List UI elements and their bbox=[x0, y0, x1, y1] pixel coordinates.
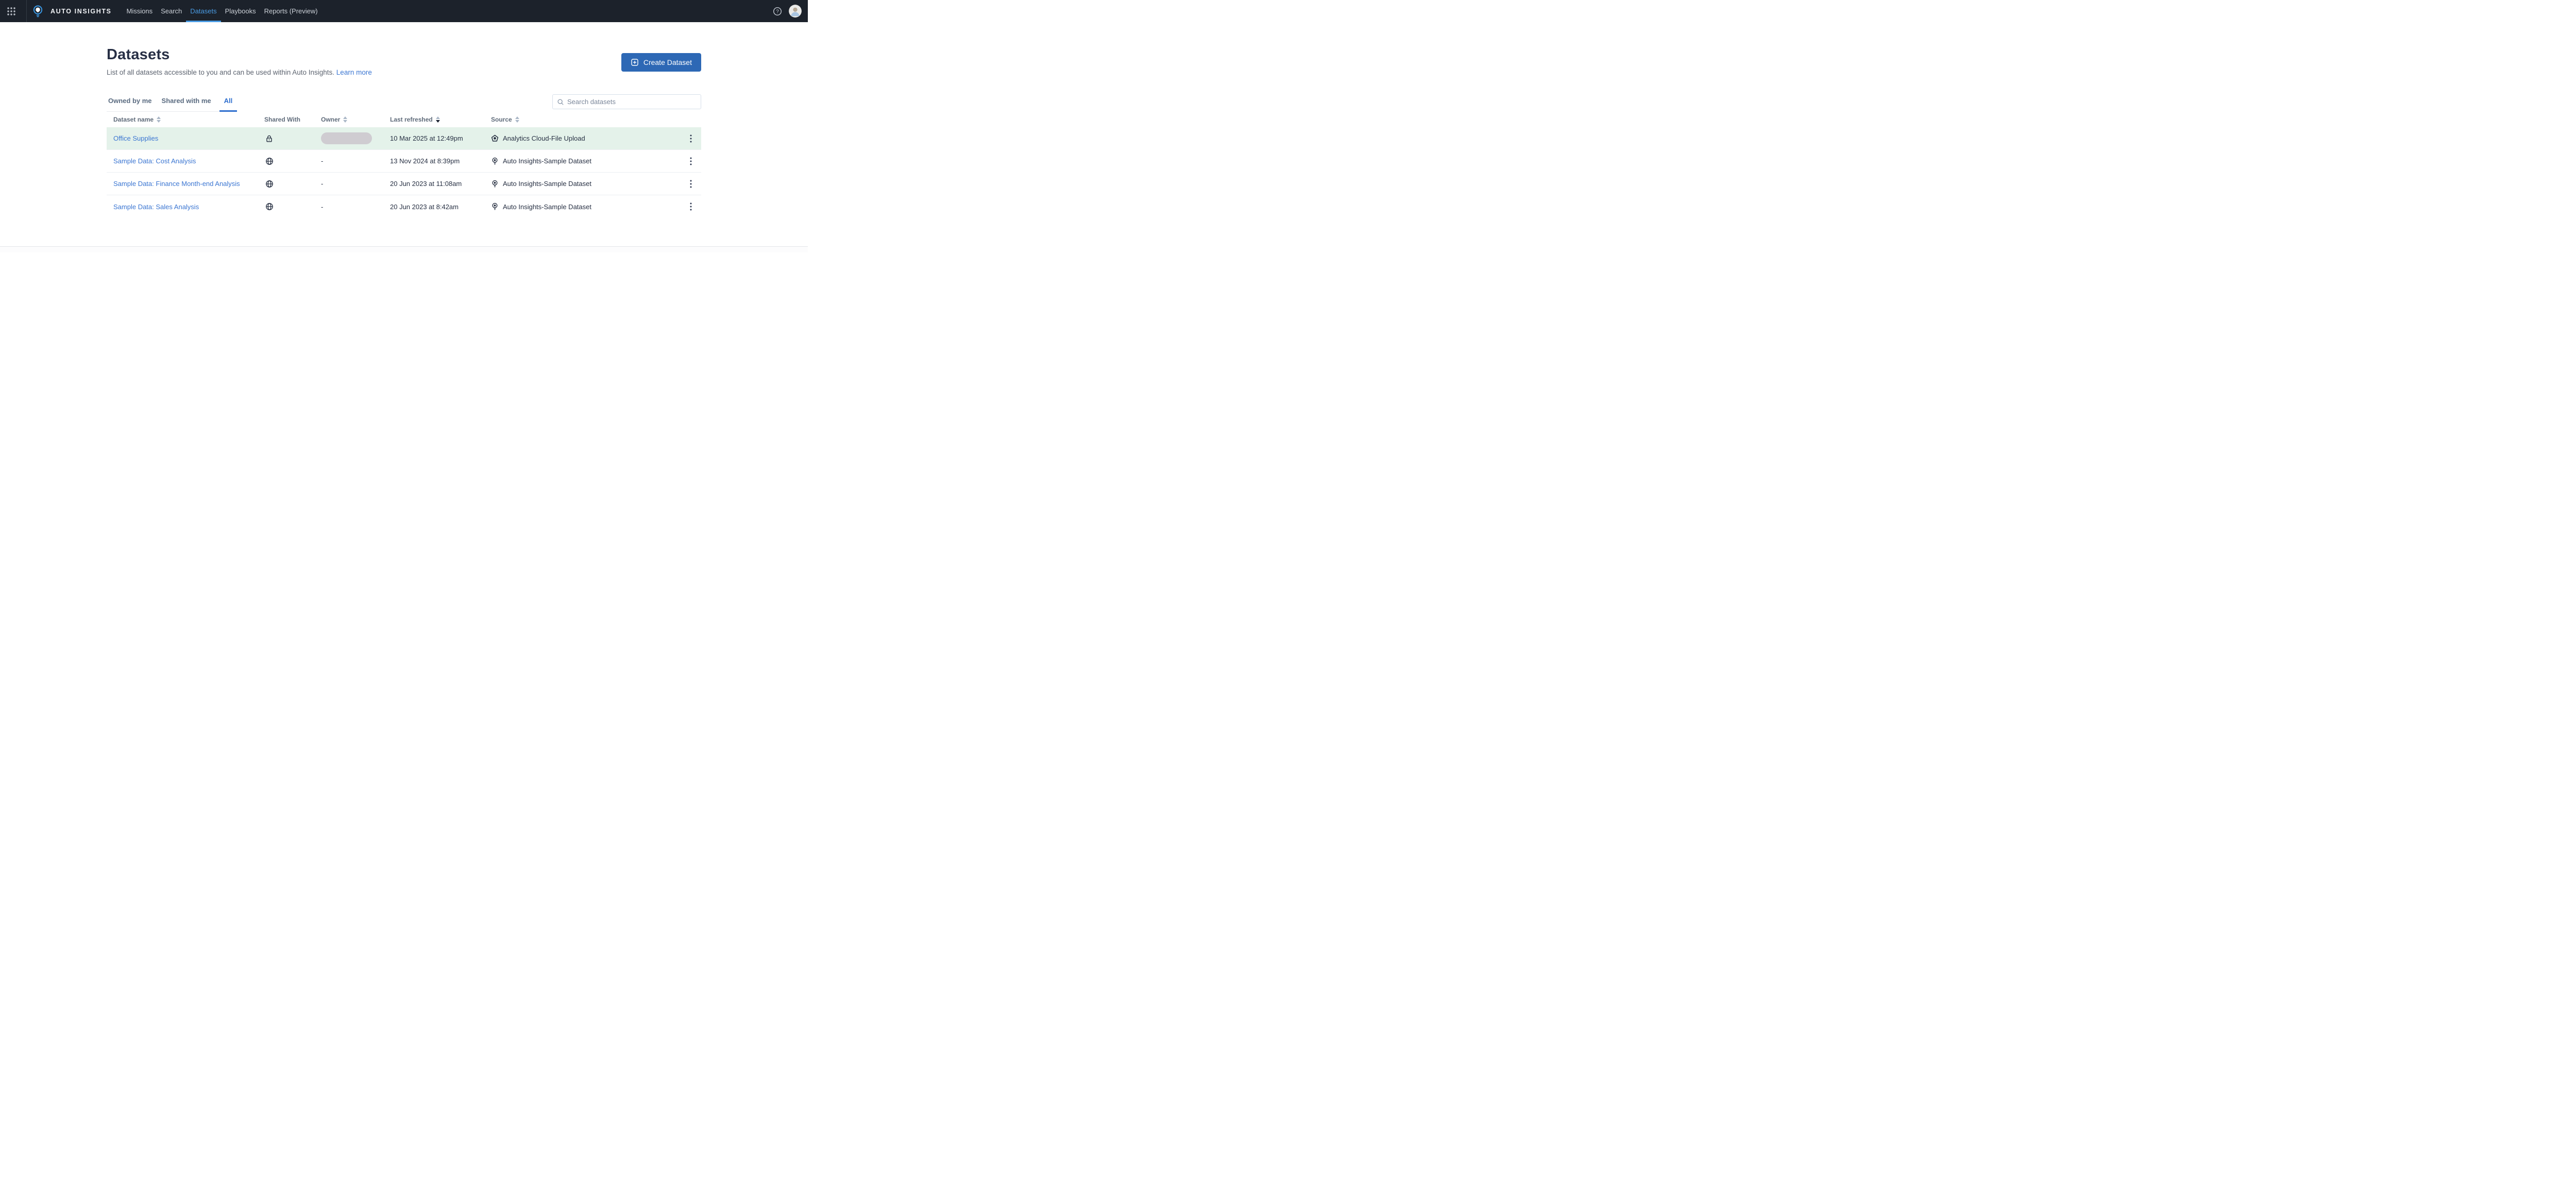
last-refreshed-cell: 13 Nov 2024 at 8:39pm bbox=[390, 157, 491, 165]
page-title: Datasets bbox=[107, 46, 372, 63]
sort-icon-active-desc[interactable] bbox=[436, 116, 440, 123]
dataset-name-cell: Sample Data: Finance Month-end Analysis bbox=[107, 180, 264, 188]
brand-name: AUTO INSIGHTS bbox=[50, 8, 112, 15]
source-cell: Auto Insights-Sample Dataset bbox=[491, 180, 680, 188]
column-header-dataset-name[interactable]: Dataset name bbox=[107, 116, 264, 123]
tab-owned-by-me[interactable]: Owned by me bbox=[107, 94, 154, 111]
owner-cell: - bbox=[321, 180, 390, 188]
kebab-menu-icon[interactable] bbox=[687, 156, 694, 167]
globe-icon bbox=[264, 202, 274, 211]
source-label: Auto Insights-Sample Dataset bbox=[503, 203, 591, 211]
search-input[interactable] bbox=[567, 98, 697, 106]
shared-with-cell bbox=[264, 157, 321, 165]
dataset-link[interactable]: Sample Data: Cost Analysis bbox=[113, 157, 196, 165]
horizontal-scrollbar-track[interactable] bbox=[0, 246, 808, 252]
shared-with-cell bbox=[264, 180, 321, 188]
shared-with-cell bbox=[264, 134, 321, 143]
datasets-table: Dataset name Shared With Owner Last refr… bbox=[107, 112, 701, 218]
shared-with-cell bbox=[264, 202, 321, 211]
column-header-last-refreshed[interactable]: Last refreshed bbox=[390, 116, 491, 123]
row-actions-cell bbox=[680, 156, 701, 167]
table-row[interactable]: Office Supplies 10 Mar 2025 at 12:49pm bbox=[107, 127, 701, 150]
auto-insights-lightbulb-icon bbox=[491, 180, 499, 188]
nav-item-search[interactable]: Search bbox=[157, 0, 186, 22]
source-cell: Auto Insights-Sample Dataset bbox=[491, 157, 680, 165]
auto-insights-lightbulb-icon bbox=[491, 202, 499, 211]
dataset-name-cell: Sample Data: Cost Analysis bbox=[107, 157, 264, 165]
nav-item-playbooks[interactable]: Playbooks bbox=[221, 0, 260, 22]
title-block: Datasets List of all datasets accessible… bbox=[107, 46, 372, 76]
last-refreshed-cell: 20 Jun 2023 at 8:42am bbox=[390, 203, 491, 211]
create-dataset-label: Create Dataset bbox=[643, 58, 692, 66]
nav-item-datasets[interactable]: Datasets bbox=[186, 0, 221, 22]
dataset-link[interactable]: Sample Data: Sales Analysis bbox=[113, 203, 199, 211]
subtitle-text: List of all datasets accessible to you a… bbox=[107, 69, 334, 76]
owner-redacted-pill bbox=[321, 132, 372, 144]
tab-shared-with-me[interactable]: Shared with me bbox=[160, 94, 213, 111]
search-icon bbox=[557, 98, 564, 106]
table-row[interactable]: Sample Data: Cost Analysis - 13 Nov 2024… bbox=[107, 150, 701, 173]
primary-nav: Missions Search Datasets Playbooks Repor… bbox=[123, 0, 322, 22]
owner-cell bbox=[321, 132, 390, 144]
sort-icon[interactable] bbox=[157, 116, 161, 123]
sort-icon[interactable] bbox=[343, 116, 347, 123]
analytics-cloud-icon bbox=[491, 134, 499, 142]
toolbar: Owned by me Shared with me All bbox=[107, 94, 701, 112]
search-box[interactable] bbox=[552, 94, 701, 109]
lock-icon bbox=[264, 134, 273, 143]
svg-text:?: ? bbox=[776, 9, 779, 14]
table-row[interactable]: Sample Data: Sales Analysis - 20 Jun 202… bbox=[107, 195, 701, 218]
learn-more-link[interactable]: Learn more bbox=[336, 69, 372, 76]
row-actions-cell bbox=[680, 201, 701, 212]
dataset-tabs: Owned by me Shared with me All bbox=[107, 94, 237, 112]
last-refreshed-cell: 20 Jun 2023 at 11:08am bbox=[390, 180, 491, 188]
source-label: Auto Insights-Sample Dataset bbox=[503, 157, 591, 165]
auto-insights-lightbulb-icon bbox=[491, 157, 499, 165]
dataset-link[interactable]: Office Supplies bbox=[113, 134, 158, 142]
globe-icon bbox=[264, 157, 274, 165]
table-row[interactable]: Sample Data: Finance Month-end Analysis … bbox=[107, 173, 701, 195]
page-header: Datasets List of all datasets accessible… bbox=[107, 46, 701, 76]
column-header-source[interactable]: Source bbox=[491, 116, 680, 123]
page-subtitle: List of all datasets accessible to you a… bbox=[107, 69, 372, 76]
plus-square-icon bbox=[631, 58, 639, 66]
owner-cell: - bbox=[321, 203, 390, 211]
owner-cell: - bbox=[321, 157, 390, 165]
user-avatar[interactable] bbox=[789, 5, 802, 18]
row-actions-cell bbox=[680, 133, 701, 144]
source-cell: Analytics Cloud-File Upload bbox=[491, 134, 680, 142]
create-dataset-button[interactable]: Create Dataset bbox=[621, 53, 701, 72]
kebab-menu-icon[interactable] bbox=[687, 133, 694, 144]
dataset-name-cell: Sample Data: Sales Analysis bbox=[107, 203, 264, 211]
top-navbar: AUTO INSIGHTS Missions Search Datasets P… bbox=[0, 0, 808, 22]
last-refreshed-cell: 10 Mar 2025 at 12:49pm bbox=[390, 134, 491, 142]
nav-item-reports-preview[interactable]: Reports (Preview) bbox=[260, 0, 322, 22]
waffle-menu-icon[interactable] bbox=[7, 7, 16, 16]
kebab-menu-icon[interactable] bbox=[687, 178, 694, 190]
tab-all[interactable]: All bbox=[219, 94, 238, 111]
dataset-name-cell: Office Supplies bbox=[107, 134, 264, 142]
column-header-owner[interactable]: Owner bbox=[321, 116, 390, 123]
table-header-row: Dataset name Shared With Owner Last refr… bbox=[107, 112, 701, 127]
column-header-shared-with: Shared With bbox=[264, 116, 321, 123]
help-icon[interactable]: ? bbox=[773, 7, 782, 16]
dataset-link[interactable]: Sample Data: Finance Month-end Analysis bbox=[113, 180, 240, 188]
globe-icon bbox=[264, 180, 274, 188]
row-actions-cell bbox=[680, 178, 701, 190]
sort-icon[interactable] bbox=[515, 116, 519, 123]
nav-item-missions[interactable]: Missions bbox=[123, 0, 157, 22]
source-label: Analytics Cloud-File Upload bbox=[503, 134, 585, 142]
lightbulb-logo-icon bbox=[27, 5, 43, 18]
source-cell: Auto Insights-Sample Dataset bbox=[491, 202, 680, 211]
source-label: Auto Insights-Sample Dataset bbox=[503, 180, 591, 188]
kebab-menu-icon[interactable] bbox=[687, 201, 694, 212]
